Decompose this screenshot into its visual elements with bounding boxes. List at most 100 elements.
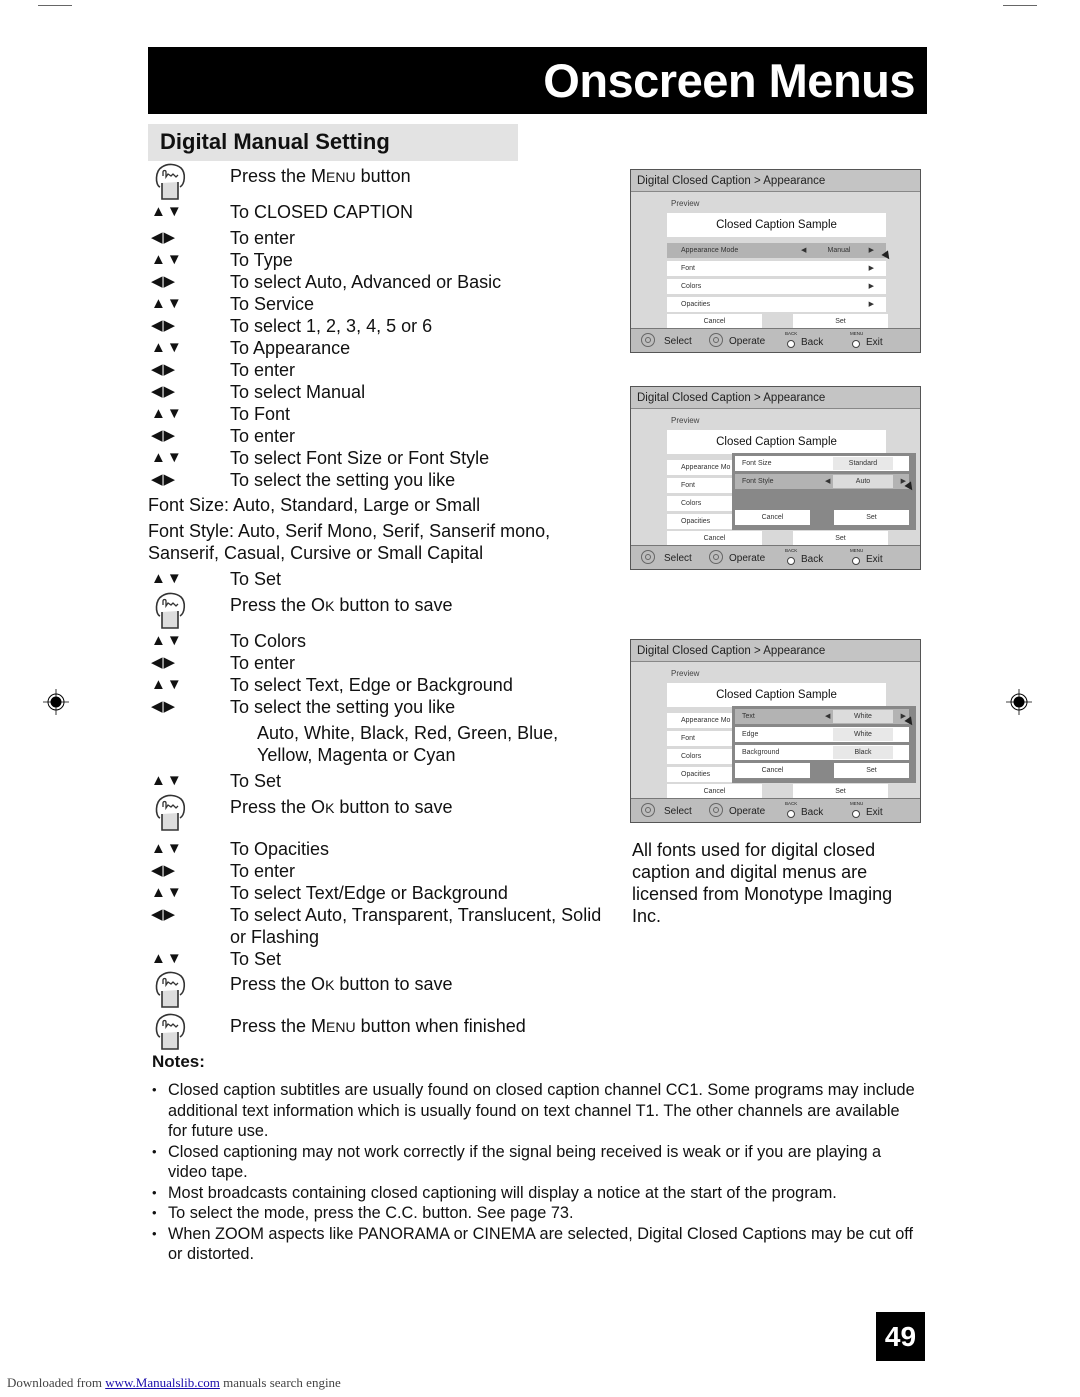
button-name: MENU [311,1016,356,1036]
step-text: Press the OK button to save [230,595,453,615]
menu-footer: Select Operate BACK Back MENU Exit [631,328,920,352]
popup-set-button[interactable]: Set [834,510,909,525]
step-text: To Font [230,404,291,424]
set-button[interactable]: Set [793,314,888,329]
menu-breadcrumb: Digital Closed Caption > Appearance [631,387,920,409]
step-text: or Flashing [230,927,320,947]
up-down-arrows-icon: ▲▼ [151,449,183,466]
manualslib-link[interactable]: www.Manualslib.com [105,1375,220,1390]
button-name: OK [311,974,335,994]
set-button[interactable]: Set [793,531,888,546]
step-text: To Service [230,294,315,314]
tv-menu-screen: Digital Closed Caption > Appearance Previ… [630,386,921,570]
step-text: To select Text, Edge or Background [230,675,513,695]
menu-row[interactable]: Appearance Mode ◀ Manual ▶ [667,243,886,258]
note-item: Most broadcasts containing closed captio… [150,1183,920,1204]
footer-operate-label: Operate [729,553,766,564]
menu-row[interactable]: Opacities ▶ [667,297,886,312]
submenu-row[interactable]: Text ◀ White ▶ [735,709,909,724]
exit-button-icon [852,340,860,348]
menu-row[interactable]: Colors ▶ [667,279,886,294]
step-text: To Set [230,771,282,791]
submenu-row-value: Black [833,746,893,759]
submenu-row-value: White [833,710,893,723]
step-text: Press the OK button to save [230,974,453,994]
button-name: OK [311,797,335,817]
up-down-arrows-icon: ▲▼ [151,339,183,356]
cancel-button[interactable]: Cancel [667,784,762,799]
left-right-arrows-icon: ◀▶ [151,862,177,879]
caption-sample: Closed Caption Sample [667,683,886,707]
hand-press-icon [155,1013,186,1050]
popup-cancel-button[interactable]: Cancel [735,510,810,525]
step-text: To Appearance [230,338,351,358]
preview-label: Preview [671,416,700,425]
left-right-arrows-icon: ◀▶ [151,471,177,488]
colors-note-line1: Auto, White, Black, Red, Green, Blue, [257,723,559,743]
download-suffix: manuals search engine [219,1375,341,1390]
left-right-arrows-icon: ◀▶ [151,361,177,378]
left-right-arrows-icon: ◀▶ [151,427,177,444]
menu-row-label: Colors [681,500,702,507]
right-arrow-icon: ▶ [868,301,874,308]
cancel-button[interactable]: Cancel [667,531,762,546]
step-text: Press the OK button to save [230,797,453,817]
step-text: To Type [230,250,293,270]
up-down-arrows-icon: ▲▼ [151,570,183,587]
menu-row-label: Opacities [681,771,711,778]
step-text: To select the setting you like [230,697,456,717]
crop-mark-left [38,5,72,6]
crop-mark-right [1003,5,1037,6]
menu-key-caption: MENU [850,801,864,806]
up-down-arrows-icon: ▲▼ [151,772,183,789]
left-right-arrows-icon: ◀▶ [151,383,177,400]
submenu-row[interactable]: Font Size Standard [735,456,909,471]
submenu-row-value: Auto [833,475,893,488]
submenu-row-label: Edge [742,731,759,738]
cancel-button[interactable]: Cancel [667,314,762,329]
section-title: Digital Manual Setting [160,129,390,154]
step-text: Press the MENU button [230,166,411,186]
menu-key-caption: MENU [850,331,864,336]
caption-sample: Closed Caption Sample [667,430,886,454]
popup-cancel-button[interactable]: Cancel [735,763,810,778]
exit-button-icon [852,557,860,565]
font-style-note-line1: Font Style: Auto, Serif Mono, Serif, San… [148,521,551,541]
back-button-icon [787,340,795,348]
submenu-popup: Font Size Standard Font Style ◀ Auto ▶ Cancel S… [732,453,916,530]
note-item: Closed caption subtitles are usually fou… [150,1080,920,1142]
menu-row[interactable]: Font ▶ [667,261,886,276]
menu-row-value: Manual [827,247,851,254]
font-license-note: All fonts used for digital closed captio… [632,840,893,926]
step-text: To enter [230,228,296,248]
select-dial-icon [641,333,655,347]
footer-select-label: Select [664,553,692,564]
submenu-row[interactable]: Edge White [735,727,909,742]
menu-breadcrumb: Digital Closed Caption > Appearance [631,170,920,192]
menu-row-label: Opacities [681,518,711,525]
chapter-banner: Onscreen Menus [148,47,927,114]
button-name: MENU [311,166,356,186]
back-key-caption: BACK [785,548,798,553]
left-right-arrows-icon: ◀▶ [151,654,177,671]
left-arrow-icon: ◀ [825,713,831,720]
submenu-row[interactable]: Font Style ◀ Auto ▶ [735,474,909,489]
submenu-row-value: Standard [833,457,893,470]
up-down-arrows-icon: ▲▼ [151,405,183,422]
notes-list: Closed caption subtitles are usually fou… [150,1080,920,1265]
preview-label: Preview [671,199,700,208]
menu-row-label: Colors [681,283,702,290]
step-text: To select the setting you like [230,470,456,490]
set-button[interactable]: Set [793,784,888,799]
step-text: To select Font Size or Font Style [230,448,490,468]
step-text: To select Auto, Advanced or Basic [230,272,502,292]
popup-set-button[interactable]: Set [834,763,909,778]
footer-exit-label: Exit [866,807,883,818]
step-text: Press the MENU button when finished [230,1016,526,1036]
registration-mark-icon [43,689,69,715]
left-right-arrows-icon: ◀▶ [151,906,177,923]
menu-row-label: Appearance Mo [681,717,731,724]
font-style-note-line2: Sanserif, Casual, Cursive or Small Capit… [148,543,484,563]
up-down-arrows-icon: ▲▼ [151,676,183,693]
submenu-row[interactable]: Background Black [735,745,909,760]
